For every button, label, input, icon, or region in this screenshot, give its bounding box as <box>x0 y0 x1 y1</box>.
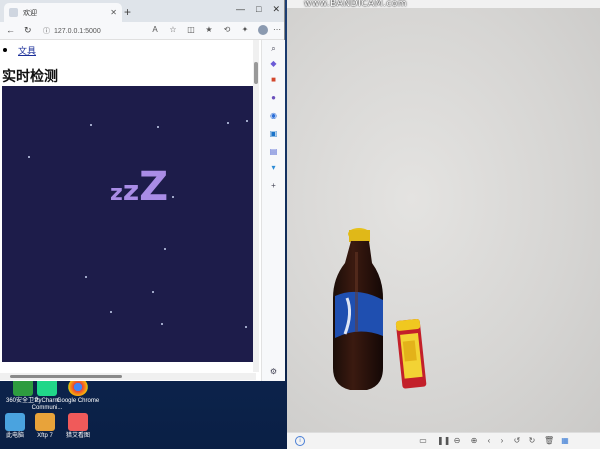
tab-welcome[interactable]: 欢迎 ✕ <box>4 3 122 22</box>
page-title: 实时检测 <box>2 69 58 85</box>
vertical-scrollbar[interactable] <box>253 40 259 372</box>
url-text: 127.0.0.1:5000 <box>54 27 101 35</box>
star <box>161 323 163 325</box>
desktop-icon-label: 猎艾看图 <box>65 433 90 439</box>
watermark-text: www.BANDICAM.com <box>304 0 408 9</box>
bottle-highlight <box>355 252 358 332</box>
split-screen-icon[interactable]: ◫ <box>186 25 196 35</box>
page-favicon-icon <box>9 8 18 17</box>
sleep-zzz-icon: zzZ <box>110 164 169 210</box>
new-tab-icon[interactable]: + <box>124 5 131 19</box>
desktop-icon-label: Google Chrome <box>56 398 100 404</box>
refresh-icon[interactable]: ↻ <box>24 25 32 36</box>
outlook-icon[interactable]: ▣ <box>268 128 279 139</box>
close-tab-icon[interactable]: ✕ <box>110 8 117 17</box>
xftp-icon <box>35 413 55 431</box>
back-icon[interactable]: ← <box>6 25 15 35</box>
photo-image <box>287 8 600 432</box>
office-icon[interactable]: ◉ <box>268 110 279 121</box>
minimize-button[interactable]: — <box>236 4 245 15</box>
list-item: 文具 <box>18 41 256 59</box>
star <box>90 124 92 126</box>
add-icon[interactable]: + <box>268 180 279 191</box>
star <box>157 126 159 128</box>
people-icon[interactable]: ● <box>268 92 279 103</box>
drop-icon[interactable]: ▾ <box>268 162 279 173</box>
info-icon[interactable]: i <box>295 436 305 446</box>
zoom-out-icon[interactable]: ⊖ <box>452 436 462 446</box>
zoom-in-icon[interactable]: ⊕ <box>469 436 479 446</box>
previous-icon[interactable]: ‹ <box>484 436 494 446</box>
extension-icon[interactable]: ✦ <box>240 25 250 35</box>
more-options-icon[interactable]: ⋯ <box>272 25 282 35</box>
favorite-icon[interactable]: ☆ <box>168 25 178 35</box>
star <box>164 248 166 250</box>
star <box>85 276 87 278</box>
desktop-icon-viewer[interactable]: 猎艾看图 <box>55 413 101 440</box>
address-toolbar: ← ↻ ⓘ 127.0.0.1:5000 A ☆ ◫ ★ ⟲ ✦ ⋯ <box>0 22 284 40</box>
stationery-link[interactable]: 文具 <box>18 46 36 56</box>
bottle-photo <box>333 228 427 390</box>
grid-view-icon[interactable]: ▦ <box>560 436 570 446</box>
info-icon: ⓘ <box>43 28 50 35</box>
detection-canvas: zzZ <box>2 86 253 362</box>
snack-tube <box>395 319 427 389</box>
next-icon[interactable]: › <box>497 436 507 446</box>
delete-icon[interactable]: 🗑 <box>544 436 554 446</box>
rotate-right-icon[interactable]: ↻ <box>527 436 537 446</box>
pause-icon[interactable]: ❚❚ <box>437 436 450 446</box>
image-viewer-icon <box>68 413 88 431</box>
star <box>28 156 30 158</box>
horizontal-scrollbar[interactable] <box>0 373 256 380</box>
scroll-thumb[interactable] <box>10 375 122 378</box>
desktop-icon-label: Xftp 7 <box>37 433 53 439</box>
favorites-list-icon[interactable]: ★ <box>204 25 214 35</box>
profile-avatar[interactable] <box>258 25 268 35</box>
star <box>246 120 248 122</box>
desktop-icon-chrome[interactable]: Google Chrome <box>55 378 101 405</box>
settings-icon[interactable]: ⚙ <box>268 366 279 377</box>
maximize-button[interactable]: □ <box>256 4 261 15</box>
shopping-tag-icon[interactable]: ◆ <box>268 58 279 69</box>
tab-bar: 欢迎 ✕ + — □ ✕ <box>0 0 284 22</box>
photo-viewer: www.BANDICAM.com i ▭ ❚❚ ⊖ ⊕ ‹ › ↺ ↻ 🗑 ▦ <box>287 0 600 449</box>
bottle-label <box>335 291 383 338</box>
star <box>110 311 112 313</box>
scroll-thumb[interactable] <box>254 62 258 84</box>
star <box>245 326 247 328</box>
browser-window: 欢迎 ✕ + — □ ✕ ← ↻ ⓘ 127.0.0.1:5000 A ☆ ◫ … <box>0 0 285 381</box>
close-window-button[interactable]: ✕ <box>272 4 280 15</box>
star <box>152 291 154 293</box>
toolbox-icon[interactable]: ■ <box>268 74 279 85</box>
designer-icon[interactable]: ▤ <box>268 146 279 157</box>
nav-list: 文具 <box>18 41 256 59</box>
read-aloud-icon[interactable]: A <box>150 25 160 35</box>
viewer-toolbar: i ▭ ❚❚ ⊖ ⊕ ‹ › ↺ ↻ 🗑 ▦ <box>287 432 600 449</box>
history-icon[interactable]: ⟲ <box>222 25 232 35</box>
window-controls: — □ ✕ <box>236 4 280 15</box>
star <box>172 196 174 198</box>
fullscreen-icon[interactable]: ▭ <box>418 436 428 446</box>
star <box>227 122 229 124</box>
bottle-cap-band <box>349 230 370 242</box>
page-content: 文具 实时检测 zzZ <box>0 40 256 371</box>
edge-sidebar: ⌕ ◆ ■ ● ◉ ▣ ▤ ▾ + ⚙ <box>261 40 285 381</box>
rotate-left-icon[interactable]: ↺ <box>512 436 522 446</box>
search-icon[interactable]: ⌕ <box>268 43 279 54</box>
tab-title: 欢迎 <box>23 9 37 17</box>
address-bar[interactable]: ⓘ 127.0.0.1:5000 <box>43 24 143 38</box>
